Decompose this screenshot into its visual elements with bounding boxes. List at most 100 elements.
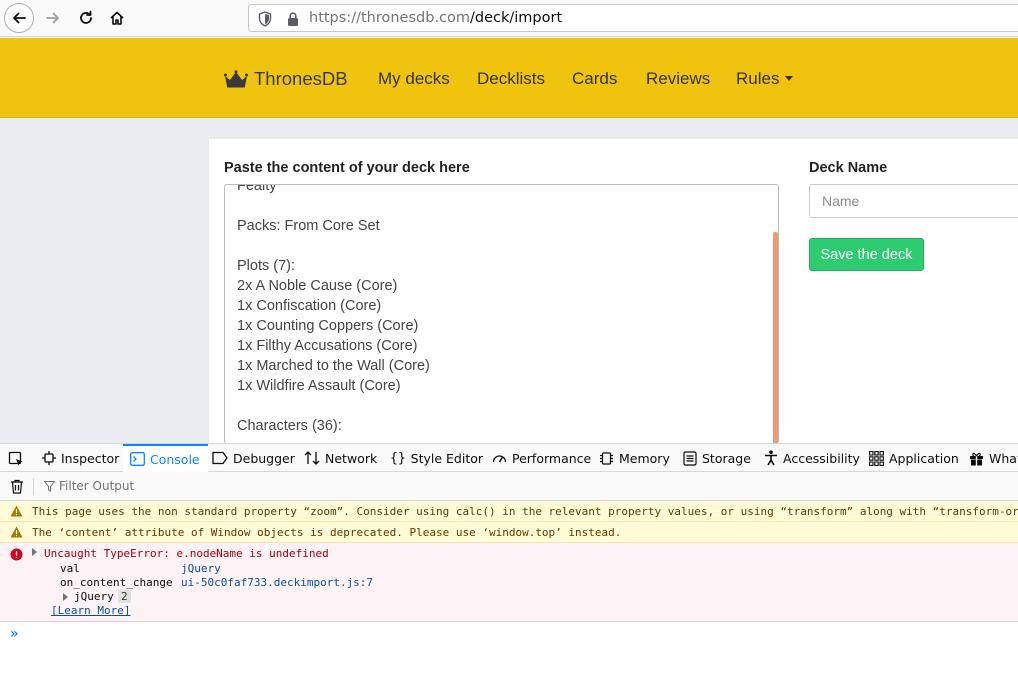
deck-content-textarea[interactable]: Fealty Packs: From Core Set Plots (7): 2x… (224, 184, 779, 444)
element-picker-icon[interactable] (8, 451, 24, 467)
filter-output-input[interactable]: Filter Output (44, 479, 134, 493)
tab-storage[interactable]: Storage (683, 444, 751, 472)
tab-inspector[interactable]: Inspector (42, 444, 119, 472)
memory-icon (599, 451, 614, 466)
console-filter-bar: Filter Output (0, 472, 1018, 501)
warning-text: This page uses the non standard property… (32, 505, 1018, 518)
accessibility-icon (764, 450, 778, 466)
stack-location-link[interactable]: ui-50c0faf733.deckimport.js:7 (181, 576, 373, 589)
deck-line: Fealty (237, 184, 277, 194)
tab-network-label: Network (325, 450, 378, 466)
application-icon (869, 450, 884, 466)
tab-network[interactable]: Network (304, 444, 377, 472)
save-deck-button[interactable]: Save the deck (809, 238, 924, 271)
console-input-prompt[interactable]: » (10, 626, 18, 642)
console-error: Uncaught TypeError: e.nodeName is undefi… (0, 543, 1018, 622)
deck-content-text: Fealty Packs: From Core Set Plots (7): 2x… (237, 184, 430, 436)
tab-console-label: Console (150, 451, 200, 467)
error-message-toggle[interactable]: Uncaught TypeError: e.nodeName is undefi… (32, 547, 329, 560)
warning-icon (10, 526, 23, 538)
deck-line: 1x Confiscation (Core) (237, 298, 382, 314)
url-bar[interactable]: https://thronesdb.com/deck/import (248, 4, 1018, 32)
tab-storage-label: Storage (702, 450, 751, 466)
nav-reviews[interactable]: Reviews (646, 69, 710, 89)
deck-line: 1x Wildfire Assault (Core) (237, 378, 401, 394)
nav-my-decks[interactable]: My decks (378, 69, 450, 89)
tab-whats-new-label: What (989, 450, 1018, 466)
tab-style-editor[interactable]: {} Style Editor (390, 444, 483, 472)
nav-rules-dropdown[interactable]: Rules (736, 69, 794, 89)
tab-debugger-label: Debugger (233, 450, 295, 466)
deck-line (237, 396, 430, 416)
tab-accessibility-label: Accessibility (783, 450, 860, 466)
shield-icon[interactable] (258, 11, 272, 27)
back-button[interactable] (4, 3, 34, 33)
tab-whats-new[interactable]: What (969, 444, 1018, 472)
warning-text: The ‘content’ attribute of Window object… (32, 526, 622, 539)
tab-memory[interactable]: Memory (599, 444, 670, 472)
deck-line: 2x A Noble Cause (Core) (237, 278, 398, 294)
performance-icon (492, 451, 507, 465)
error-title: Uncaught TypeError: e.nodeName is undefi… (44, 547, 329, 560)
console-warning: The ‘content’ attribute of Window object… (0, 522, 1018, 543)
brand-link[interactable]: ThronesDB (224, 68, 348, 90)
stack-group-name[interactable]: jQuery (74, 590, 114, 603)
textarea-scrollbar[interactable] (773, 232, 778, 444)
tab-memory-label: Memory (619, 450, 670, 466)
url-path: /deck/import (470, 10, 563, 26)
deck-line (237, 236, 430, 256)
tab-application-label: Application (889, 450, 959, 466)
console-warning: This page uses the non standard property… (0, 501, 1018, 522)
tab-debugger[interactable]: Debugger (212, 444, 295, 472)
nav-rules-label: Rules (736, 69, 780, 88)
error-icon (10, 548, 23, 561)
nav-decklists[interactable]: Decklists (477, 69, 545, 89)
forward-button[interactable] (38, 3, 68, 33)
deck-line: Characters (36): (237, 418, 342, 434)
stack-location-link[interactable]: jQuery (181, 562, 221, 575)
tab-accessibility[interactable]: Accessibility (764, 444, 860, 472)
group-expand-icon[interactable] (63, 593, 68, 601)
filter-placeholder: Filter Output (59, 479, 135, 493)
tab-style-editor-label: Style Editor (410, 450, 484, 466)
stack-group-count: 2 (118, 590, 131, 603)
deck-line: 1x Marched to the Wall (Core) (237, 358, 430, 374)
back-icon (13, 12, 26, 24)
deck-line: Plots (7): (237, 258, 296, 274)
paste-label: Paste the content of your deck here (224, 160, 470, 176)
storage-icon (683, 450, 697, 466)
network-icon (304, 451, 320, 465)
home-icon (110, 11, 124, 25)
reload-icon (80, 10, 92, 24)
deck-name-input[interactable] (809, 184, 1018, 218)
lock-icon[interactable] (286, 11, 300, 27)
tab-console[interactable]: Console (123, 444, 208, 472)
stack-function: on_content_change (60, 576, 173, 589)
learn-more-link[interactable]: [Learn More] (51, 604, 130, 617)
filter-icon (44, 480, 55, 492)
deck-name-label: Deck Name (809, 160, 888, 176)
deck-line: 1x Counting Coppers (Core) (237, 318, 419, 334)
tab-performance[interactable]: Performance (492, 444, 591, 472)
crown-icon (224, 70, 248, 88)
stack-function: val (60, 562, 80, 575)
reload-button[interactable] (71, 3, 101, 33)
gift-icon (969, 451, 984, 466)
tab-application[interactable]: Application (869, 444, 959, 472)
expand-triangle-icon (32, 548, 37, 556)
home-button[interactable] (102, 3, 132, 33)
tab-performance-label: Performance (512, 450, 592, 466)
inspector-icon (42, 451, 56, 465)
url-text: https://thronesdb.com/deck/import (309, 10, 562, 26)
site-navbar: ThronesDB My decks Decklists Cards Revie… (0, 38, 1018, 118)
tab-inspector-label: Inspector (61, 450, 120, 466)
trash-icon[interactable] (10, 479, 24, 494)
console-icon (130, 452, 145, 466)
filter-separator (33, 478, 34, 495)
brand-name: ThronesDB (254, 68, 348, 89)
debugger-icon (212, 451, 228, 465)
devtools-tabbar: Inspector Console Debugger Network {} Sty… (0, 443, 1018, 472)
deck-line: 1x Filthy Accusations (Core) (237, 338, 418, 354)
nav-cards[interactable]: Cards (572, 69, 617, 89)
caret-down-icon (785, 76, 794, 81)
